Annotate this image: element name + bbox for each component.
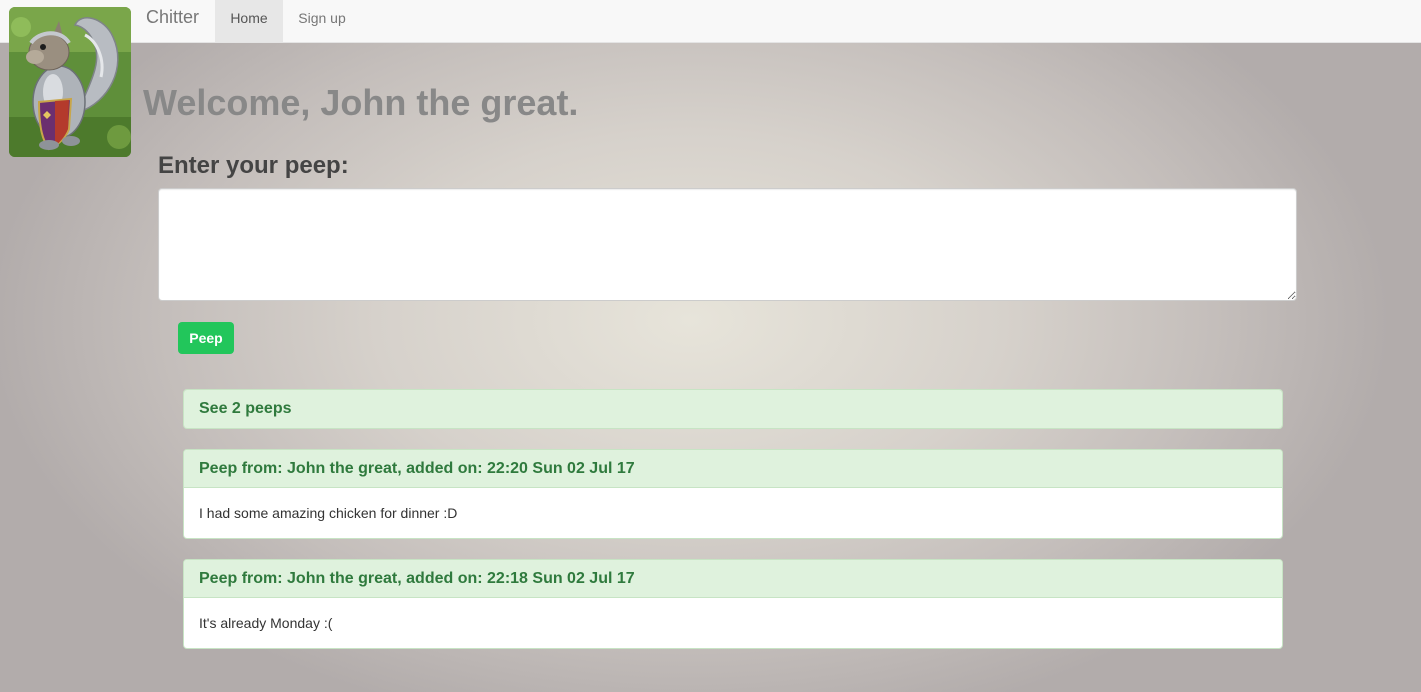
welcome-heading: Welcome, John the great. bbox=[143, 82, 579, 123]
nav-home-link[interactable]: Home bbox=[215, 0, 283, 42]
peep-body: I had some amazing chicken for dinner :D bbox=[199, 505, 458, 521]
peep-submit-button[interactable]: Peep bbox=[178, 322, 234, 354]
peeps-count-heading: See 2 peeps bbox=[184, 390, 1282, 428]
brand-link[interactable]: Chitter bbox=[146, 7, 199, 27]
top-navbar: Chitter Home Sign up bbox=[0, 0, 1421, 43]
peeps-count-panel: See 2 peeps bbox=[183, 389, 1283, 429]
peep-body: It's already Monday :( bbox=[199, 615, 333, 631]
peep-panel: Peep from: John the great, added on: 22:… bbox=[183, 449, 1283, 539]
peep-heading: Peep from: John the great, added on: 22:… bbox=[184, 560, 1282, 598]
nav-signup-link[interactable]: Sign up bbox=[283, 0, 361, 42]
armored-squirrel-logo bbox=[9, 7, 131, 157]
peep-textarea[interactable] bbox=[158, 188, 1297, 301]
peep-heading: Peep from: John the great, added on: 22:… bbox=[184, 450, 1282, 488]
peep-input-label: Enter your peep: bbox=[158, 152, 349, 179]
peep-panel: Peep from: John the great, added on: 22:… bbox=[183, 559, 1283, 649]
